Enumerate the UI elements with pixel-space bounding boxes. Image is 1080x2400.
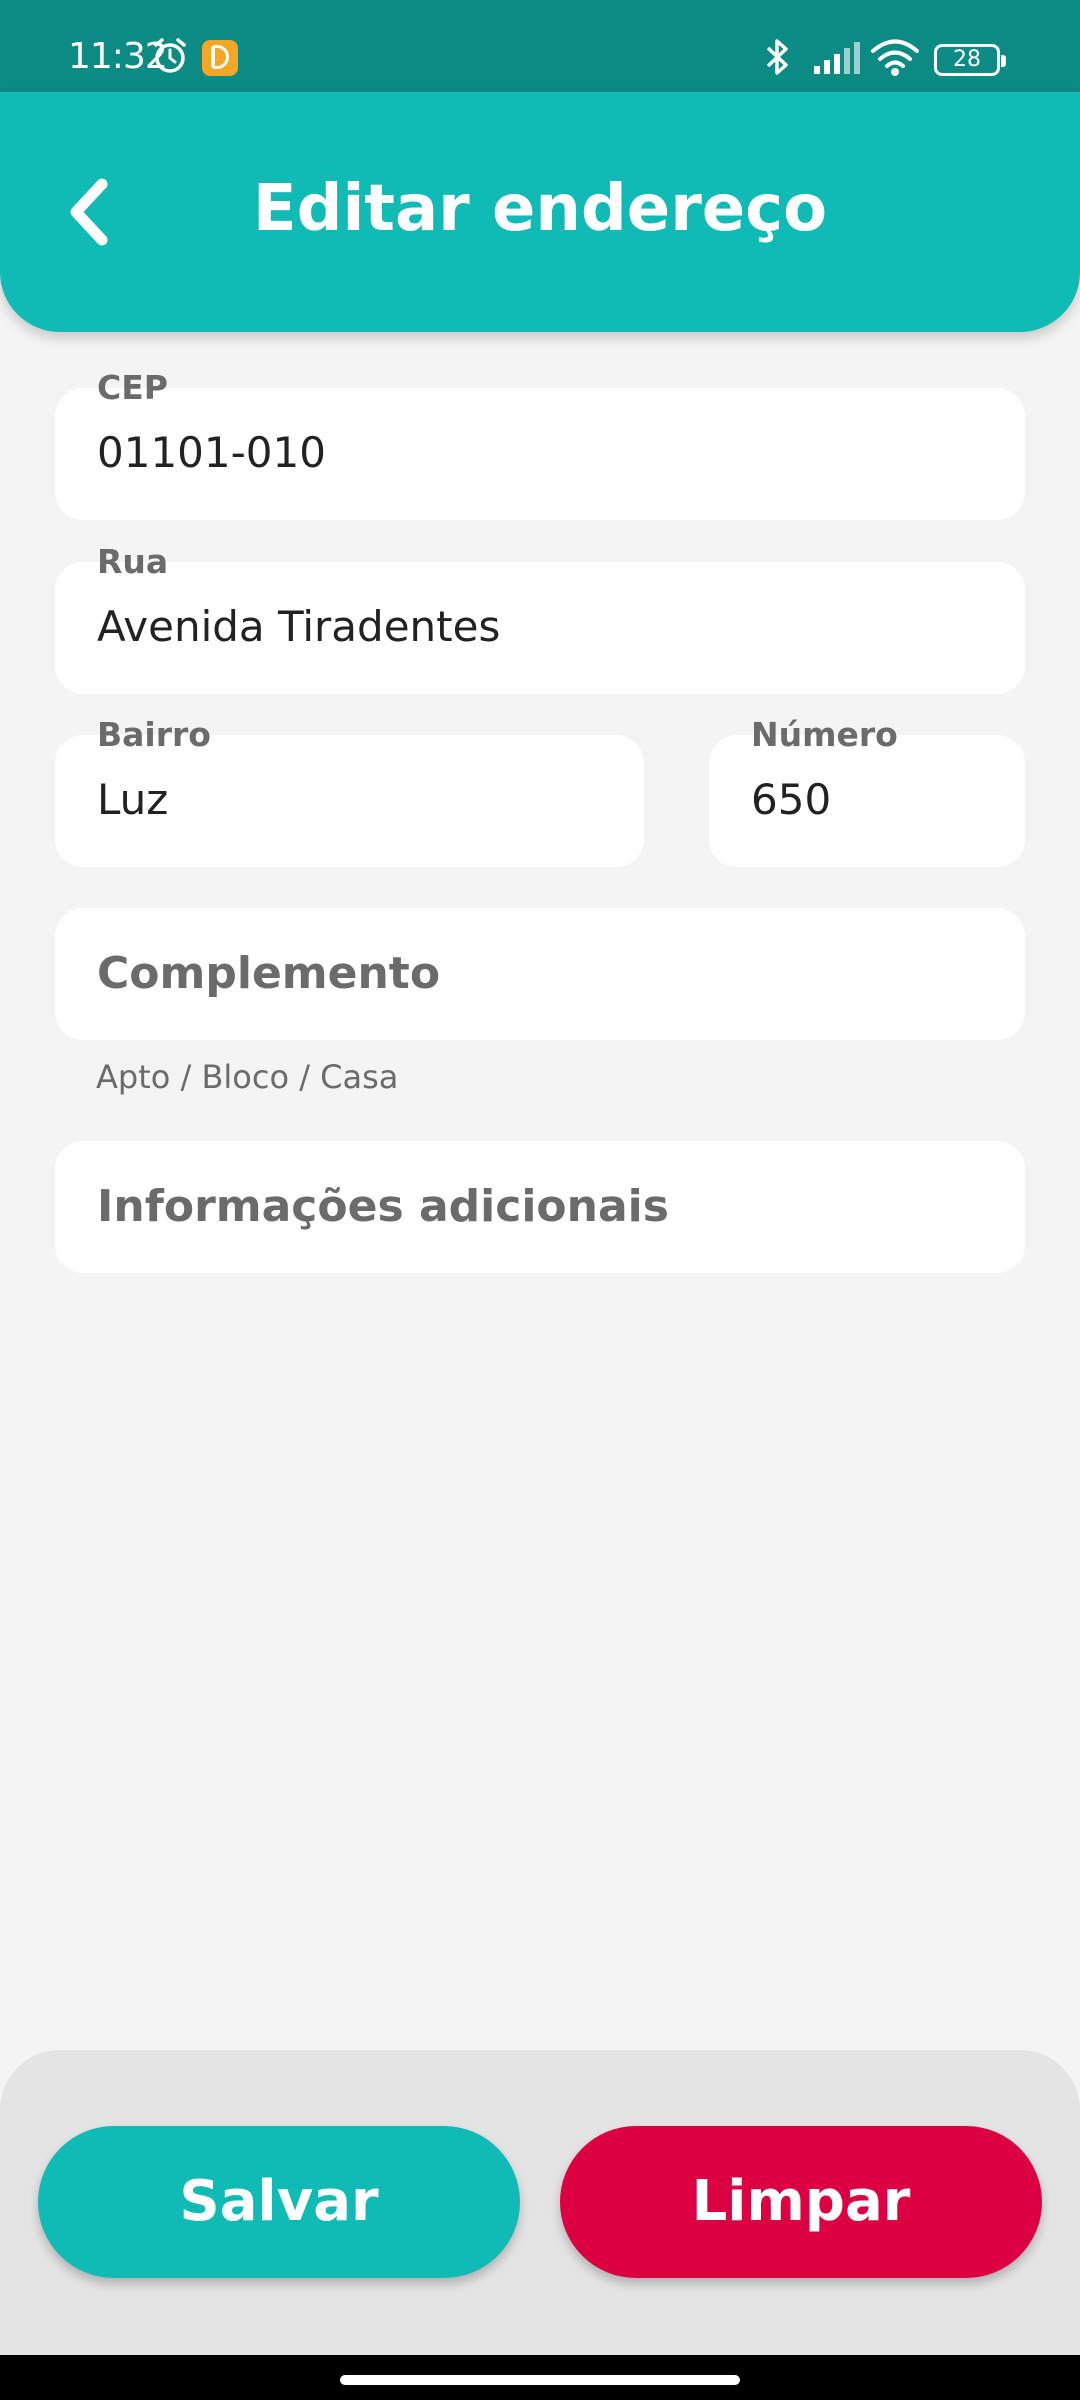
additional-info-field[interactable]: Informações adicionais — [55, 1141, 1025, 1273]
complement-placeholder: Complemento — [97, 948, 441, 999]
number-field[interactable]: Número 650 — [709, 715, 1025, 867]
save-button[interactable]: Salvar — [38, 2126, 520, 2278]
page-title: Editar endereço — [252, 172, 828, 246]
wifi-icon — [870, 38, 920, 87]
clear-button[interactable]: Limpar — [560, 2126, 1042, 2278]
neighborhood-field[interactable]: Bairro Luz — [55, 715, 644, 867]
alarm-icon — [150, 36, 190, 85]
street-field[interactable]: Rua Avenida Tiradentes — [55, 542, 1025, 694]
complement-helper-text: Apto / Bloco / Casa — [96, 1058, 399, 1096]
bluetooth-icon — [760, 36, 794, 87]
cep-field[interactable]: CEP 01101-010 — [55, 368, 1025, 520]
number-label: Número — [751, 715, 898, 754]
system-nav-bar — [0, 2355, 1080, 2400]
neighborhood-value: Luz — [97, 775, 169, 824]
cep-label: CEP — [97, 368, 168, 407]
complement-field[interactable]: Complemento — [55, 908, 1025, 1040]
street-label: Rua — [97, 542, 169, 581]
neighborhood-label: Bairro — [97, 715, 211, 754]
additional-info-placeholder: Informações adicionais — [97, 1181, 669, 1232]
cep-value: 01101-010 — [97, 428, 326, 477]
signal-icon — [812, 40, 862, 85]
app-header: Editar endereço — [0, 92, 1080, 332]
battery-icon: 28 — [934, 44, 1006, 76]
number-value: 650 — [751, 775, 832, 824]
status-bar: 11:32 28 — [0, 0, 1080, 92]
battery-level: 28 — [953, 47, 981, 72]
street-value: Avenida Tiradentes — [97, 602, 501, 651]
home-indicator[interactable] — [340, 2375, 740, 2385]
app-notification-icon — [202, 40, 238, 76]
